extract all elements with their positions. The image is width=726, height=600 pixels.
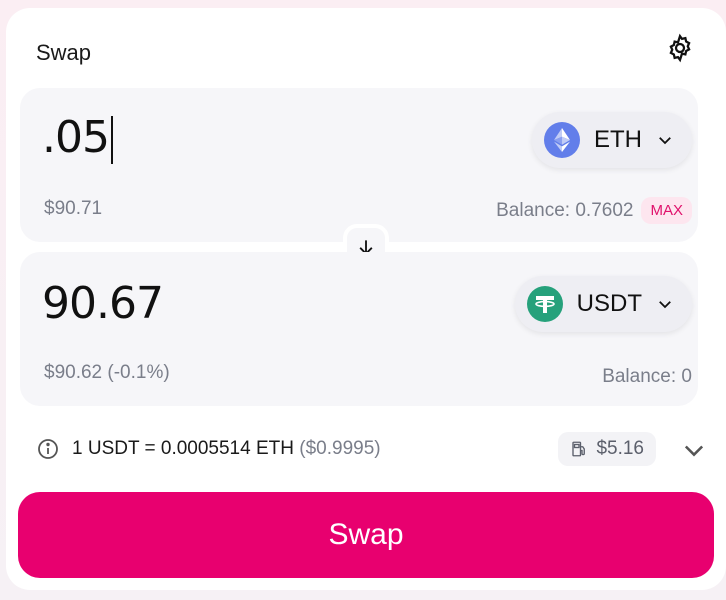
buy-panel: 90.67 USDT $90.62 (-0.1%) Balance: 0 [20, 252, 698, 406]
text-caret [110, 116, 113, 164]
settings-button[interactable] [664, 32, 696, 64]
swap-card: Swap .05 ETH $90.71 Balance: 0.7602 MAX … [6, 8, 726, 590]
buy-token-selector[interactable]: USDT [514, 276, 692, 332]
sell-usd-value: $90.71 [44, 198, 103, 219]
usdt-icon [526, 286, 563, 322]
swap-button[interactable]: Swap [18, 492, 714, 578]
gas-fee-badge[interactable]: $5.16 [558, 432, 656, 466]
buy-usd-value: $90.62 (-0.1%) [44, 362, 170, 383]
balance-value: 0 [681, 366, 692, 387]
swap-header: Swap [36, 32, 696, 72]
buy-amount-input[interactable]: 90.67 [42, 278, 402, 329]
sell-panel: .05 ETH $90.71 Balance: 0.7602 MAX [20, 88, 698, 242]
sell-token-label: ETH [594, 126, 642, 153]
buy-token-label: USDT [576, 290, 642, 317]
exchange-rate[interactable]: 1 USDT = 0.0005514 ETH ($0.9995) [72, 438, 381, 460]
buy-balance: Balance: 0 [602, 366, 692, 388]
balance-label: Balance: [602, 366, 682, 387]
gas-fee-value: $5.16 [596, 438, 644, 459]
eth-icon [544, 122, 580, 158]
chevron-down-icon [659, 301, 671, 309]
balance-label: Balance: [496, 199, 576, 221]
chevron-down-icon [659, 137, 671, 145]
chevron-down-icon[interactable] [680, 436, 708, 464]
page-title: Swap [36, 40, 92, 65]
gas-pump-icon [572, 441, 586, 457]
sell-balance: Balance: 0.7602 MAX [496, 197, 692, 224]
gear-icon [669, 33, 691, 63]
sell-amount-input[interactable]: .05 [42, 112, 402, 164]
balance-value: 0.7602 [575, 199, 634, 221]
rate-row: 1 USDT = 0.0005514 ETH ($0.9995) $5.16 [36, 432, 708, 468]
max-button[interactable]: MAX [641, 197, 692, 224]
sell-token-selector[interactable]: ETH [532, 112, 692, 168]
info-icon[interactable] [36, 437, 60, 461]
exchange-rate-usd: ($0.9995) [299, 438, 381, 459]
